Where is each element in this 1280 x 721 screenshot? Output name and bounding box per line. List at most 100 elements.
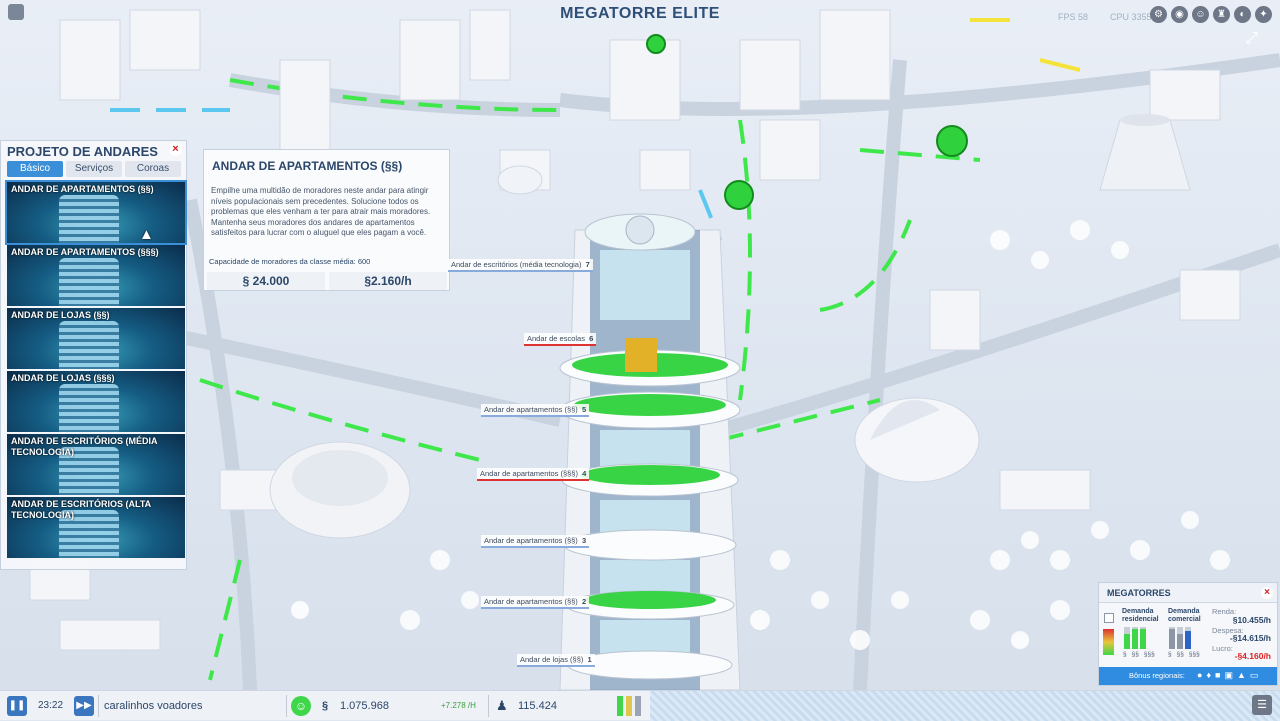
demand-bar (626, 696, 632, 716)
tooltip-upkeep: §2.160/h (329, 272, 447, 290)
income-value: +7.278 /H (441, 701, 476, 710)
gear-icon[interactable]: ✦ (1255, 6, 1272, 23)
tooltip-capacity: Capacidade de moradores da classe média:… (209, 257, 371, 266)
floor-label-text: Andar de escritórios (média tecnologia) (451, 260, 582, 269)
trophy-icon[interactable]: ♜ (1213, 6, 1230, 23)
floor-item-label: ANDAR DE APARTAMENTOS (§§) (11, 184, 154, 194)
tooltip-title: ANDAR DE APARTAMENTOS (§§) (212, 159, 403, 173)
checkbox[interactable] (1104, 613, 1114, 623)
monitor-icon[interactable]: ▭ (1250, 670, 1259, 681)
demand-bar (1177, 627, 1183, 649)
floor-label[interactable]: Andar de apartamentos (§§) 5 (481, 404, 590, 417)
floor-label[interactable]: Andar de apartamentos (§§§) 4 (477, 468, 590, 481)
money-value: 1.075.968 (340, 700, 389, 712)
currency-icon: § (322, 700, 329, 712)
factory-icon[interactable]: ▲ (1237, 670, 1246, 681)
close-icon[interactable]: × (169, 143, 182, 156)
panel-title: PROJETO DE ANDARES (7, 144, 158, 159)
top-icons: ⚙ ◉ ☺ ♜ ◐ ✦ (1150, 6, 1272, 23)
floor-label-text: Andar de apartamentos (§§) (484, 536, 578, 545)
tier-label: §§ (1176, 651, 1184, 658)
demand-bar (1185, 627, 1191, 649)
tier-labels-com: § §§ §§§ (1168, 651, 1200, 658)
regional-bonus-bar: Bônus regionais: ● ♦ ■ ▣ ▲ ▭ (1099, 667, 1277, 685)
fps-readout: FPS 58 (1058, 12, 1089, 22)
renda-value: §10.455/h (1232, 615, 1271, 625)
demand-indicator[interactable] (617, 696, 641, 716)
tooltip-cost: § 24.000 (207, 272, 325, 290)
lucro-value: -§4.160/h (1234, 651, 1271, 661)
floor-label[interactable]: Andar de lojas (§§) 1 (517, 654, 595, 667)
floor-number: 7 (585, 260, 590, 269)
floor-preview-image (59, 195, 119, 243)
tier-label: §§§ (1143, 651, 1155, 658)
panel-tabs: Básico Serviços Coroas (7, 161, 181, 177)
divider (488, 695, 489, 717)
toolbar-area (650, 691, 1280, 721)
bonus-icons: ● ♦ ■ ▣ ▲ ▭ (1197, 670, 1258, 681)
floor-number: 2 (581, 597, 587, 606)
layers-icon[interactable]: ☰ (1252, 695, 1272, 715)
tooltip-description: Empilhe uma multidão de moradores neste … (211, 186, 431, 237)
demand-bar (1124, 627, 1130, 649)
shop-icon[interactable]: ▣ (1224, 670, 1233, 681)
water-icon[interactable]: ♦ (1206, 670, 1211, 681)
tab-coroas[interactable]: Coroas (125, 161, 181, 177)
city-view[interactable] (0, 0, 1280, 690)
floor-item[interactable]: ANDAR DE LOJAS (§§) (7, 308, 185, 369)
settings-icon[interactable]: ⚙ (1150, 6, 1167, 23)
people-icon[interactable]: ☺ (1192, 6, 1209, 23)
residential-demand-label: Demanda residencial (1122, 608, 1159, 623)
close-icon[interactable]: × (1261, 587, 1273, 599)
demand-meter (1103, 629, 1114, 655)
floor-label[interactable]: Andar de apartamentos (§§) 3 (481, 535, 590, 548)
cursor-icon: ▲ (139, 226, 154, 243)
floor-item[interactable]: ANDAR DE LOJAS (§§§) (7, 371, 185, 432)
floor-number: 5 (581, 405, 587, 414)
floor-label[interactable]: Andar de escolas 6 (524, 333, 597, 346)
cpu-readout: CPU 3355 (1110, 12, 1152, 22)
tab-servicos[interactable]: Serviços (66, 161, 122, 177)
divider (98, 695, 99, 717)
tier-label: §§ (1131, 651, 1139, 658)
tier-label: § (1168, 651, 1172, 658)
demand-bar (617, 696, 623, 716)
game-time: 23:22 (38, 700, 64, 711)
floor-design-panel: PROJETO DE ANDARES × Básico Serviços Cor… (0, 140, 187, 570)
tier-labels-res: § §§ §§§ (1123, 651, 1155, 658)
speed-button[interactable]: ▶▶ (74, 696, 94, 716)
floor-label-text: Andar de apartamentos (§§) (484, 405, 578, 414)
regional-bonus-label: Bônus regionais: (1129, 671, 1185, 680)
house-icon[interactable]: ■ (1215, 670, 1220, 681)
pause-button[interactable]: ❚❚ (7, 696, 27, 716)
coin-icon[interactable]: ● (1197, 670, 1202, 681)
floor-number: 1 (587, 655, 592, 664)
floor-item-label: ANDAR DE APARTAMENTOS (§§§) (11, 247, 159, 257)
tab-basico[interactable]: Básico (7, 161, 63, 177)
commercial-demand-bars (1169, 627, 1191, 649)
floor-item[interactable]: ANDAR DE ESCRITÓRIOS (ALTA TECNOLOGIA) (7, 497, 185, 558)
fullscreen-icon[interactable]: ⤢ (1245, 30, 1258, 48)
floor-label[interactable]: Andar de escritórios (média tecnologia) … (448, 259, 593, 272)
city-name: caralinhos voadores (104, 700, 203, 712)
floor-list: ANDAR DE APARTAMENTOS (§§) ANDAR DE APAR… (5, 180, 187, 560)
floor-item[interactable]: ANDAR DE APARTAMENTOS (§§) (5, 180, 187, 245)
population-value: 115.424 (518, 700, 557, 712)
bottom-bar: ❚❚ 23:22 ▶▶ caralinhos voadores ☺ § 1.07… (0, 690, 1280, 721)
title-bar: MEGATORRE ELITE FPS 58 CPU 3355 ⚙ ◉ ☺ ♜ … (0, 0, 1280, 47)
floor-preview-image (59, 258, 119, 306)
camera-icon[interactable]: ◐ (1234, 6, 1251, 23)
floor-item[interactable]: ANDAR DE APARTAMENTOS (§§§) (7, 245, 185, 306)
floor-item[interactable]: ANDAR DE ESCRITÓRIOS (MÉDIA TECNOLOGIA) (7, 434, 185, 495)
floor-label[interactable]: Andar de apartamentos (§§) 2 (481, 596, 590, 609)
floor-label-text: Andar de apartamentos (§§) (484, 597, 578, 606)
population-icon: ♟ (496, 698, 508, 713)
floor-item-label: ANDAR DE ESCRITÓRIOS (ALTA TECNOLOGIA) (11, 499, 151, 520)
floor-item-label: ANDAR DE ESCRITÓRIOS (MÉDIA TECNOLOGIA) (11, 436, 158, 457)
demand-bar (1132, 627, 1138, 649)
floor-number: 6 (589, 334, 594, 343)
floor-tooltip: ANDAR DE APARTAMENTOS (§§) Empilhe uma m… (203, 149, 450, 291)
floor-preview-image (59, 384, 119, 432)
globe-icon[interactable]: ◉ (1171, 6, 1188, 23)
happiness-icon[interactable]: ☺ (291, 696, 311, 716)
